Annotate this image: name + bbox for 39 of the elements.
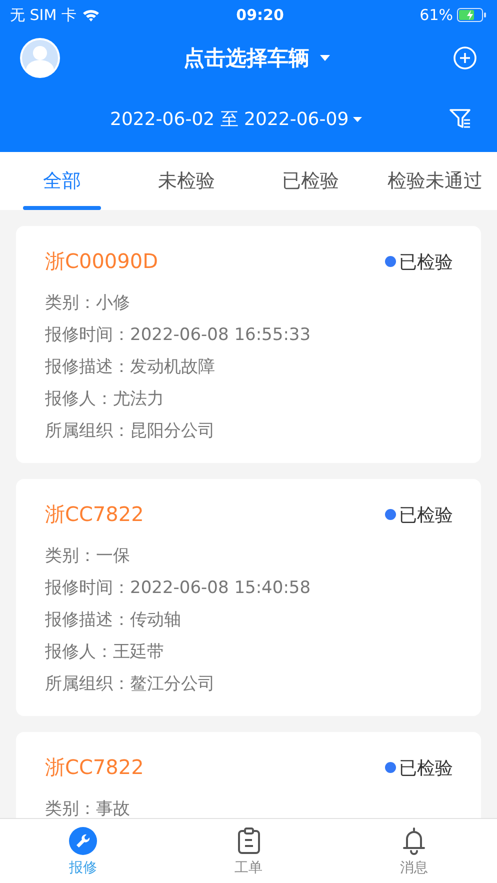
filter-tab[interactable]: 全部 xyxy=(0,152,124,210)
status-text: 已检验 xyxy=(399,250,453,274)
record-detail: 报修描述：发动机故障 xyxy=(45,356,216,379)
filter-icon[interactable] xyxy=(449,108,471,130)
status-text: 已检验 xyxy=(399,504,453,526)
record-detail: 类别：小修 xyxy=(45,292,131,315)
record-detail: 报修人：尤法力 xyxy=(45,388,165,411)
clock-text: 09:20 xyxy=(236,6,284,24)
vehicle-selector[interactable]: 点击选择车辆 xyxy=(184,44,330,72)
plate-number: 浙CC7822 xyxy=(45,754,144,781)
filter-tab[interactable]: 已检验 xyxy=(248,152,373,210)
plate-number: 浙C00090D xyxy=(45,248,158,275)
record-detail: 所属组织：昆阳分公司 xyxy=(45,420,216,443)
record-detail: 报修时间：2022-06-08 16:55:33 xyxy=(45,324,312,347)
nav-tab[interactable]: 工单 xyxy=(166,819,332,883)
record-detail: 类别：一保 xyxy=(45,545,131,568)
avatar-icon[interactable] xyxy=(20,38,60,78)
date-range-selector[interactable]: 2022-06-02 至 2022-06-09 xyxy=(110,107,362,131)
filter-tab[interactable]: 检验未通过 xyxy=(372,152,497,210)
status-text: 已检验 xyxy=(399,756,453,780)
record-detail: 报修人：王廷带 xyxy=(45,641,165,664)
repair-card[interactable]: 浙CC7822 已检验 类别：事故 xyxy=(16,732,481,818)
caret-icon xyxy=(320,55,330,61)
caret-icon xyxy=(352,116,362,122)
repair-card[interactable]: 浙CC7822 已检验 类别：一保 报修时间：2022-06-08 15:40:58 报修描述：传动轴 报修人：王廷带 所属组织：鳌江分公司 xyxy=(16,479,481,716)
wifi-icon xyxy=(82,8,100,22)
repair-card[interactable]: 浙C00090D 已检验 类别：小修 报修时间：2022-06-08 16:55:33 报修描述：发动机故障 报修人：尤法力 所属组织：昆阳分公司 xyxy=(16,226,481,463)
filter-tab[interactable]: 未检验 xyxy=(124,152,248,210)
record-detail: 类别：事故 xyxy=(45,798,131,818)
add-icon[interactable] xyxy=(453,46,477,70)
record-detail: 所属组织：鳌江分公司 xyxy=(45,673,216,696)
nav-tab[interactable]: 消息 xyxy=(331,819,497,883)
carrier-text: 无 SIM 卡 xyxy=(10,6,76,24)
record-detail: 报修时间：2022-06-08 15:40:58 xyxy=(45,577,312,600)
battery-icon xyxy=(457,8,487,22)
record-detail: 报修描述：传动轴 xyxy=(45,609,182,632)
plate-number: 浙CC7822 xyxy=(45,501,144,528)
wrench-icon xyxy=(68,826,97,854)
battery-text: 61% xyxy=(420,6,453,24)
